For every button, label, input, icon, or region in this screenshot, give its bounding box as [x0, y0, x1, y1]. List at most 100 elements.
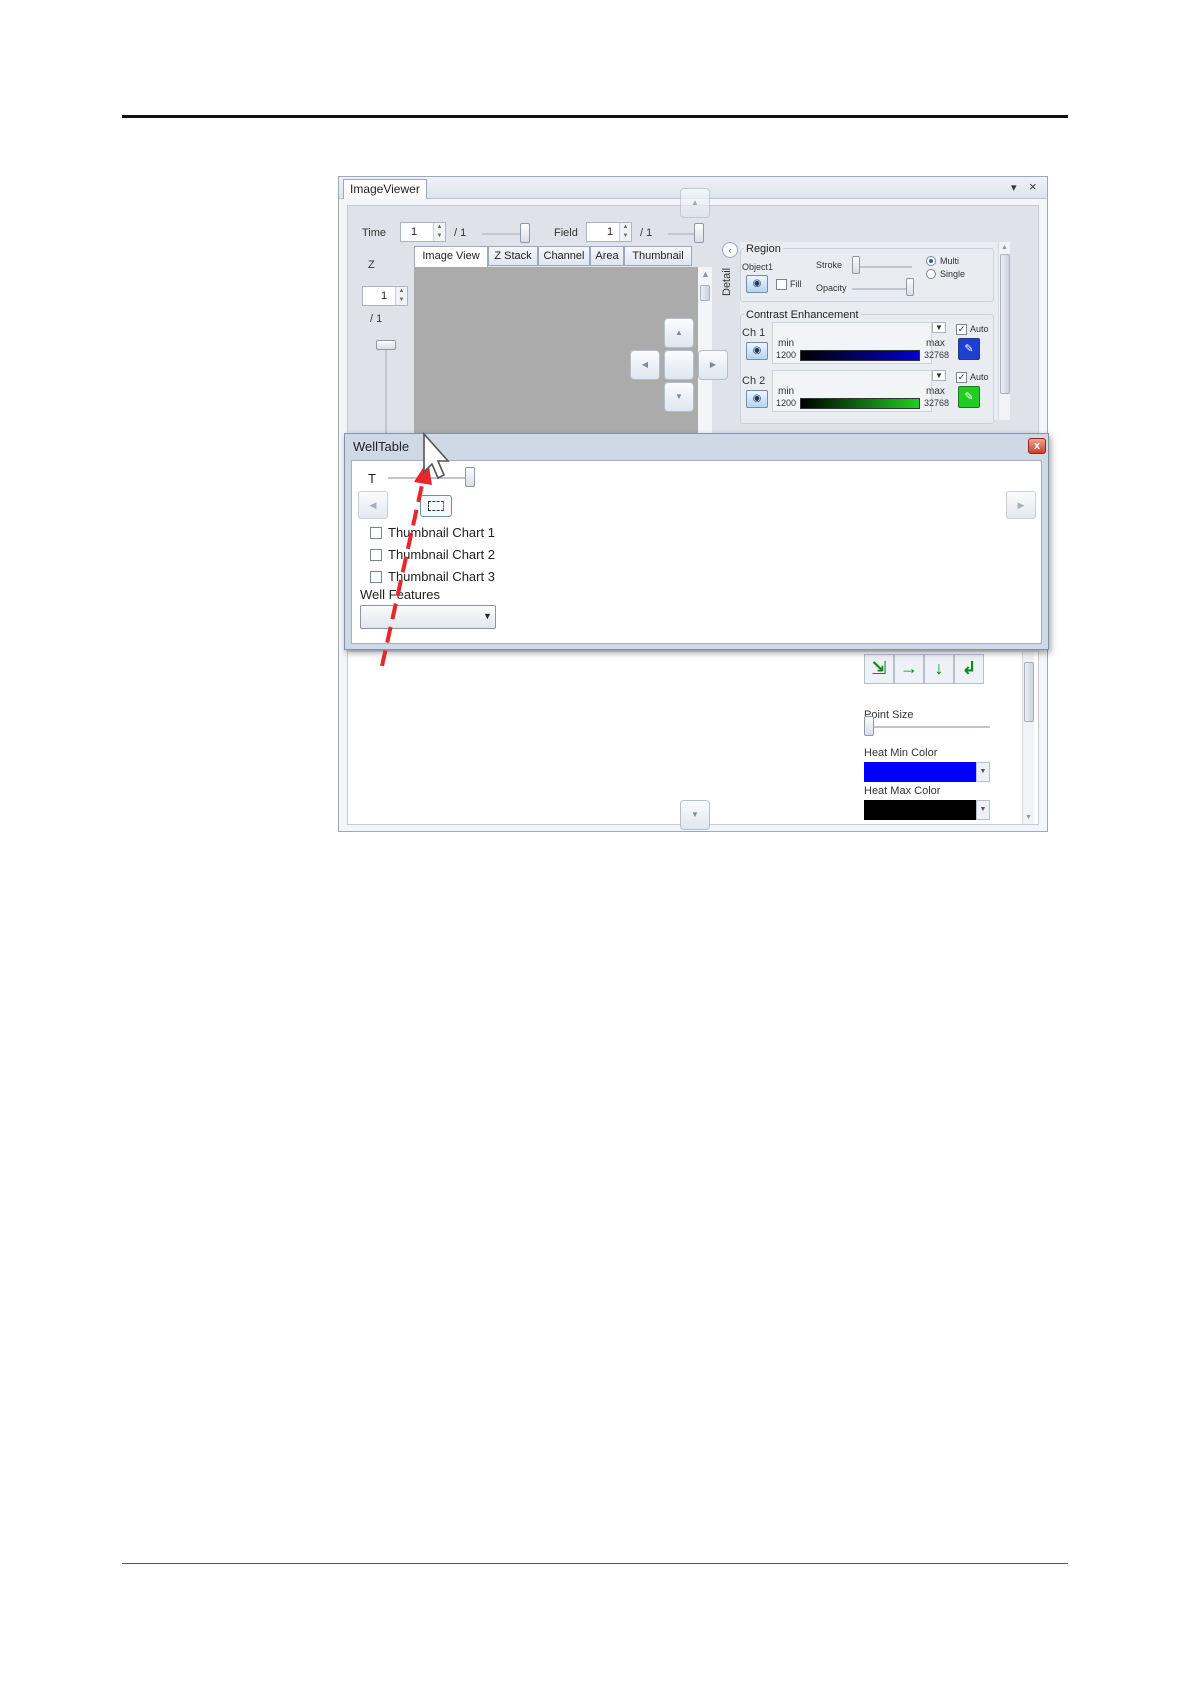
well-features-chevron-down-icon: ▼ — [483, 611, 492, 621]
single-label: Single — [940, 269, 966, 279]
arrow-right-icon[interactable]: → — [894, 654, 924, 684]
ch1-min-label: min — [778, 338, 795, 349]
ch1-auto-label: Auto — [970, 324, 989, 334]
time-stepper[interactable]: 1 ▲ ▼ — [400, 222, 446, 242]
close-icon[interactable]: × — [1029, 180, 1037, 194]
ch2-max-value: 32768 — [924, 398, 950, 408]
fit-arrows-icon[interactable]: ⇲ — [864, 654, 894, 684]
field-spin-buttons[interactable]: ▲ ▼ — [619, 223, 631, 241]
tab-channel[interactable]: Channel — [538, 246, 590, 266]
pan-right-button[interactable]: ▶ — [698, 350, 728, 380]
tab-thumbnail[interactable]: Thumbnail — [624, 246, 692, 266]
z-stepper[interactable]: 1 ▲ ▼ — [362, 286, 408, 306]
ch1-label: Ch 1 — [742, 327, 766, 339]
lower-scrollbar[interactable]: ▼ — [1022, 652, 1034, 824]
opacity-slider-track — [852, 288, 912, 290]
time-slider-thumb[interactable] — [520, 223, 530, 243]
ch1-color-picker-icon[interactable]: ✎ — [958, 338, 980, 360]
annotation-overlay — [380, 431, 450, 667]
ch2-max-label: max — [926, 386, 945, 397]
opacity-slider-thumb[interactable] — [906, 278, 914, 296]
annotation-dashed-arrow — [380, 475, 426, 667]
heat-min-swatch — [864, 762, 976, 782]
ch2-min-value: 1200 — [776, 398, 797, 408]
heat-max-dropdown-icon[interactable]: ▼ — [976, 800, 990, 820]
detail-scrollbar[interactable]: ▲ — [998, 242, 1010, 420]
ch2-color-picker-icon[interactable]: ✎ — [958, 386, 980, 408]
lower-scroll-thumb[interactable] — [1024, 662, 1034, 722]
ch2-auto-checkbox[interactable]: ✓ — [956, 372, 967, 383]
ch1-visibility-eye-icon[interactable]: ◉ — [746, 342, 768, 360]
detail-panel: Region Object1 ◉ Fill Stroke Opacity Mul… — [740, 242, 1010, 424]
heat-min-dropdown-icon[interactable]: ▼ — [976, 762, 990, 782]
field-stepper[interactable]: 1 ▲ ▼ — [586, 222, 632, 242]
point-size-thumb[interactable] — [864, 716, 874, 736]
heat-min-color-select[interactable]: ▼ — [864, 762, 990, 782]
header-rule — [122, 115, 1068, 118]
scroll-up-icon[interactable]: ▲ — [701, 269, 710, 280]
field-slider-thumb[interactable] — [694, 223, 704, 243]
contrast-label: Contrast Enhancement — [744, 308, 861, 322]
object-visibility-eye-icon[interactable]: ◉ — [746, 275, 768, 293]
well-table-close-icon[interactable]: x — [1028, 438, 1046, 454]
detail-label: Detail — [721, 267, 733, 296]
collapse-detail-button[interactable]: ‹ — [722, 242, 738, 258]
detail-scroll-thumb[interactable] — [1000, 254, 1010, 394]
heat-max-label: Heat Max Color — [864, 785, 941, 797]
z-spin-buttons[interactable]: ▲ ▼ — [395, 287, 407, 305]
ch2-dropdown-icon[interactable]: ▼ — [932, 370, 946, 381]
heat-max-color-select[interactable]: ▼ — [864, 800, 990, 820]
tab-image-view[interactable]: Image View — [414, 246, 488, 267]
opacity-label: Opacity — [816, 283, 847, 293]
ch2-gradient-bar[interactable] — [800, 398, 920, 409]
time-label: Time — [362, 227, 387, 239]
time-total: / 1 — [454, 227, 467, 239]
pan-down-button[interactable]: ▼ — [664, 382, 694, 412]
pan-up-button[interactable]: ▲ — [664, 318, 694, 348]
object-label: Object1 — [742, 262, 774, 272]
point-size-track — [864, 726, 990, 728]
pan-up-top-button[interactable]: ▲ — [680, 188, 710, 218]
arrow-down-icon[interactable]: ↓ — [924, 654, 954, 684]
t-slider-thumb[interactable] — [465, 467, 475, 487]
pan-down-bottom-button[interactable]: ▼ — [680, 800, 710, 830]
z-label: Z — [368, 259, 375, 271]
pan-center-button[interactable] — [664, 350, 694, 380]
turn-arrow-icon[interactable]: ↲ — [954, 654, 984, 684]
single-radio[interactable] — [926, 269, 936, 279]
ch1-min-value: 1200 — [776, 350, 797, 360]
tab-z-stack[interactable]: Z Stack — [488, 246, 538, 266]
ch1-auto-checkbox[interactable]: ✓ — [956, 324, 967, 335]
pin-dropdown-icon[interactable]: ▾ — [1011, 181, 1017, 195]
fill-checkbox[interactable] — [776, 279, 787, 290]
heat-min-label: Heat Min Color — [864, 747, 938, 759]
well-table-body: T ◀ ▶ Thumbnail Chart 1 Thumbnail Chart … — [351, 460, 1042, 644]
ch1-gradient-bar[interactable] — [800, 350, 920, 361]
pan-left-button[interactable]: ◀ — [630, 350, 660, 380]
ch2-min-label: min — [778, 386, 795, 397]
image-viewer-tab[interactable]: ImageViewer — [343, 179, 427, 199]
tab-area[interactable]: Area — [590, 246, 624, 266]
next-page-button[interactable]: ▶ — [1006, 491, 1036, 519]
multi-radio[interactable] — [926, 256, 936, 266]
ch1-max-value: 32768 — [924, 350, 950, 360]
z-slider-thumb[interactable] — [376, 340, 396, 350]
heat-max-swatch — [864, 800, 976, 820]
fill-label: Fill — [790, 279, 802, 289]
ch1-dropdown-icon[interactable]: ▼ — [932, 322, 946, 333]
multi-label: Multi — [940, 256, 960, 266]
ch2-label: Ch 2 — [742, 375, 766, 387]
stroke-label: Stroke — [816, 260, 843, 270]
image-scroll-thumb[interactable] — [700, 285, 710, 301]
z-slider-track — [385, 350, 387, 440]
ch1-max-label: max — [926, 338, 945, 349]
time-spin-buttons[interactable]: ▲ ▼ — [433, 223, 445, 241]
stroke-slider-thumb[interactable] — [852, 256, 860, 274]
z-value: 1 — [381, 290, 388, 302]
detail-scroll-up-icon[interactable]: ▲ — [1001, 242, 1008, 253]
ch2-auto-label: Auto — [970, 372, 989, 382]
stroke-slider-track — [852, 266, 912, 268]
ch2-visibility-eye-icon[interactable]: ◉ — [746, 390, 768, 408]
z-total: / 1 — [370, 313, 383, 325]
lower-scroll-down-icon[interactable]: ▼ — [1025, 812, 1032, 823]
